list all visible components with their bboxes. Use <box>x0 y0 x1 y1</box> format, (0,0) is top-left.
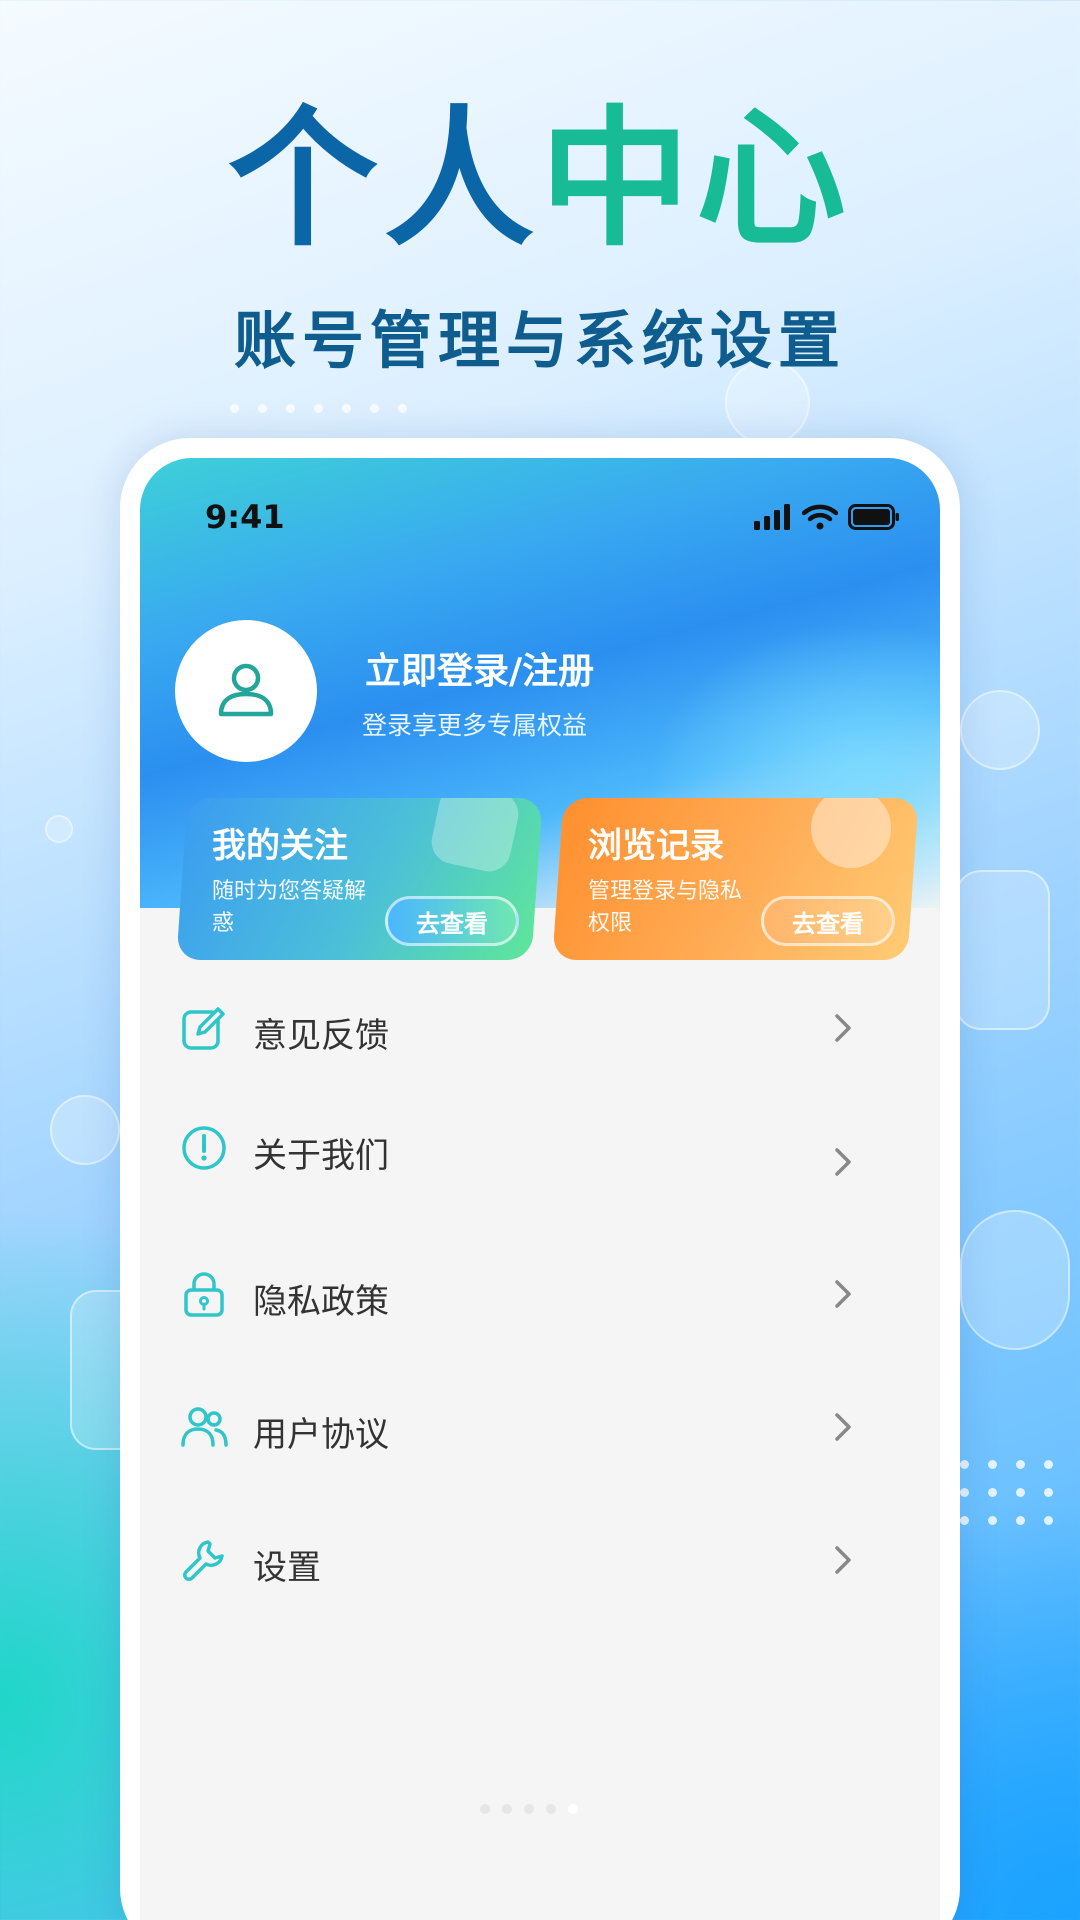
menu-label: 意见反馈 <box>253 1016 389 1056</box>
user-icon <box>218 663 274 717</box>
promo-title-part2: 中心 <box>540 93 853 267</box>
users-icon <box>181 1407 228 1447</box>
chevron-right-icon <box>835 1413 851 1441</box>
menu-label: 设置 <box>253 1548 321 1588</box>
chevron-right-icon <box>835 1148 851 1176</box>
page-dot <box>502 1804 512 1814</box>
browse-history-card[interactable]: 浏览记录 管理登录与隐私权限 去查看 <box>552 798 919 960</box>
menu-label: 隐私政策 <box>253 1282 389 1322</box>
page-dot-active <box>568 1804 578 1814</box>
phone-frame: 9:41 立即登录/注册 登录享更多专属权益 我的关注 随时为您答疑解惑 去查看… <box>120 438 960 1920</box>
chevron-right-icon <box>835 1546 851 1574</box>
lock-icon <box>184 1272 224 1317</box>
menu-item-settings[interactable]: 设置 <box>140 1520 940 1600</box>
decor-chart-card <box>955 870 1050 1030</box>
status-time: 9:41 <box>205 498 285 536</box>
chat-bubble-icon <box>427 798 523 876</box>
pagination-dots <box>480 1804 578 1814</box>
avatar[interactable] <box>175 620 317 762</box>
promo-title-part1: 个人 <box>227 93 540 267</box>
view-follow-button[interactable]: 去查看 <box>385 896 519 946</box>
decor-dots <box>230 404 426 432</box>
login-subtitle: 登录享更多专属权益 <box>362 711 588 740</box>
card-title: 浏览记录 <box>588 826 724 866</box>
view-history-button[interactable]: 去查看 <box>761 896 895 946</box>
decor-bubble <box>45 815 73 843</box>
decor-bubble <box>960 1210 1070 1350</box>
card-description: 管理登录与隐私权限 <box>588 879 743 936</box>
menu-item-about[interactable]: 关于我们 <box>140 1108 940 1188</box>
wifi-icon <box>802 504 838 530</box>
chevron-right-icon <box>835 1280 851 1308</box>
status-icons <box>754 504 900 530</box>
edit-icon <box>182 1007 225 1050</box>
page-dot <box>546 1804 556 1814</box>
menu-item-feedback[interactable]: 意见反馈 <box>140 988 940 1068</box>
info-icon <box>182 1126 226 1170</box>
chevron-right-icon <box>835 1014 851 1042</box>
decor-bubble <box>960 690 1040 770</box>
decor-bubble <box>50 1095 120 1165</box>
phone-screen: 9:41 立即登录/注册 登录享更多专属权益 我的关注 随时为您答疑解惑 去查看… <box>140 458 940 1920</box>
battery-icon <box>848 504 899 530</box>
menu-label: 关于我们 <box>253 1136 389 1176</box>
page-dot <box>524 1804 534 1814</box>
page-dot <box>480 1804 490 1814</box>
star-badge-icon <box>803 798 899 876</box>
promo-title: 个人中心 <box>0 95 1080 265</box>
promo-subtitle: 账号管理与系统设置 <box>233 304 846 377</box>
wrench-icon <box>183 1540 224 1581</box>
my-follow-card[interactable]: 我的关注 随时为您答疑解惑 去查看 <box>176 798 543 960</box>
decor-dots <box>960 1460 1072 1544</box>
login-register-link[interactable]: 立即登录/注册 <box>365 642 594 694</box>
menu-item-privacy[interactable]: 隐私政策 <box>140 1254 940 1334</box>
status-bar: 9:41 <box>140 498 940 548</box>
signal-icon <box>754 504 790 530</box>
card-title: 我的关注 <box>212 826 348 866</box>
menu-item-user-agreement[interactable]: 用户协议 <box>140 1387 940 1467</box>
menu-label: 用户协议 <box>253 1415 389 1455</box>
card-description: 随时为您答疑解惑 <box>212 879 367 936</box>
